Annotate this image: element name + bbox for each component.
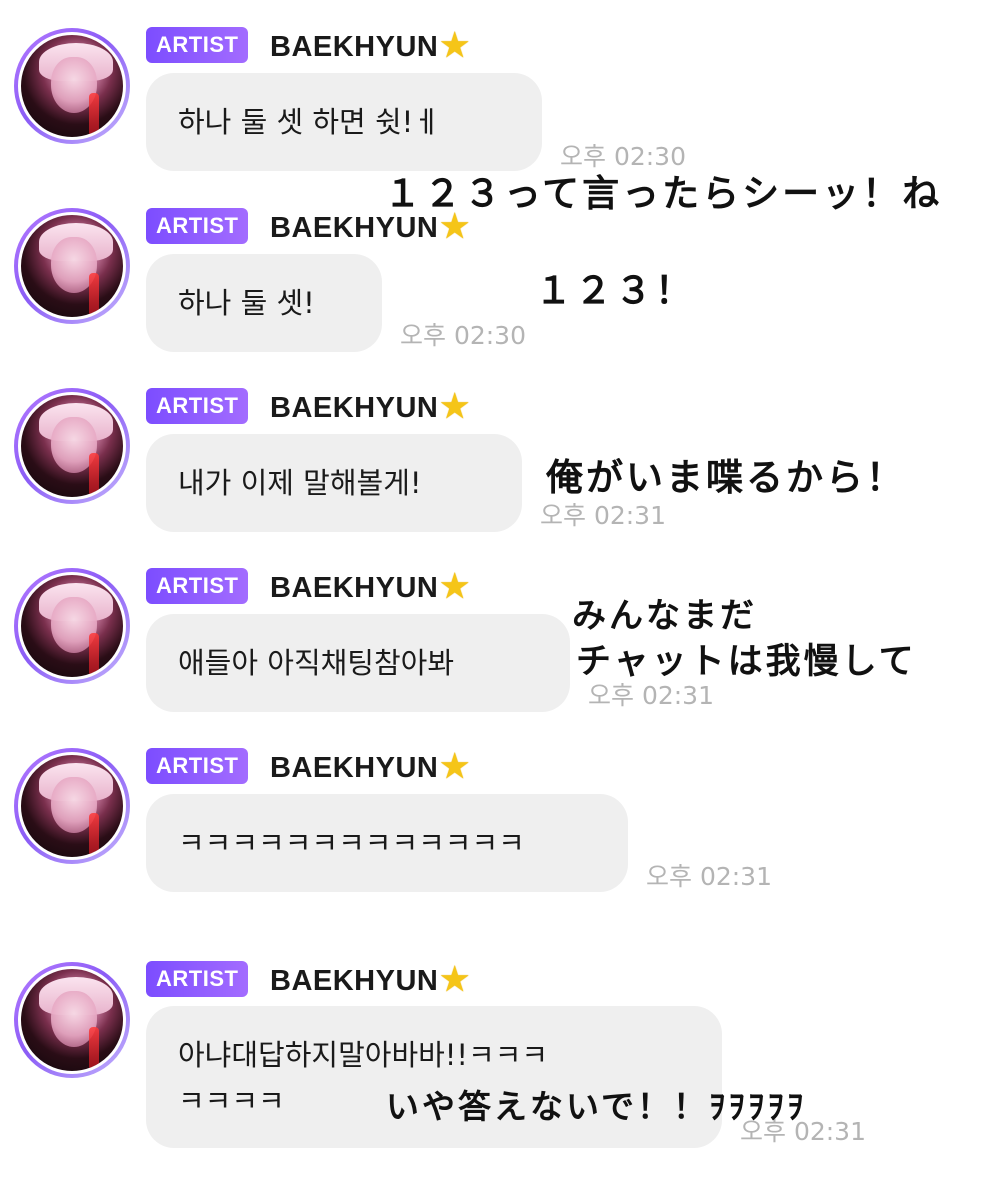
avatar-photo: [18, 32, 126, 140]
sender-name-text: BAEKHYUN: [270, 965, 439, 997]
sender-name: BAEKHYUN★: [270, 25, 470, 65]
avatar-photo: [18, 752, 126, 860]
avatar-photo: [18, 392, 126, 500]
message-time: 오후 02:31: [540, 501, 666, 530]
star-icon: ★: [440, 748, 470, 784]
avatar[interactable]: [14, 568, 130, 684]
artist-badge: ARTIST: [146, 568, 249, 604]
message-text: 내가 이제 말해볼게!: [178, 466, 422, 500]
sender-name: BAEKHYUN★: [270, 959, 470, 999]
translation-note: みんなまだ: [572, 596, 757, 636]
sender-name: BAEKHYUN★: [270, 206, 470, 246]
message-bubble: ㅋㅋㅋㅋㅋㅋㅋㅋㅋㅋㅋㅋㅋ: [146, 794, 628, 892]
sender-name-text: BAEKHYUN: [270, 392, 439, 424]
message-bubble: 내가 이제 말해볼게!: [146, 434, 522, 532]
avatar-photo: [18, 212, 126, 320]
message-time: 오후 02:30: [400, 321, 526, 350]
translation-note: いや答えないで！！ｦｦｦｦｦ: [386, 1087, 807, 1126]
avatar[interactable]: [14, 748, 130, 864]
sender-name-text: BAEKHYUN: [270, 752, 439, 784]
message-bubble: 하나 둘 셋 하면 쉿!ㅔ: [146, 73, 542, 171]
artist-badge: ARTIST: [146, 388, 249, 424]
artist-badge: ARTIST: [146, 208, 249, 244]
avatar[interactable]: [14, 962, 130, 1078]
message-text: ㅋㅋㅋㅋㅋㅋㅋㅋㅋㅋㅋㅋㅋ: [178, 826, 525, 860]
sender-name: BAEKHYUN★: [270, 386, 470, 426]
artist-badge: ARTIST: [146, 27, 249, 63]
star-icon: ★: [440, 568, 470, 604]
sender-name: BAEKHYUN★: [270, 566, 470, 606]
avatar[interactable]: [14, 208, 130, 324]
star-icon: ★: [440, 27, 470, 63]
message-text: 하나 둘 셋 하면 쉿!ㅔ: [178, 105, 440, 139]
translation-note: １２３！: [535, 269, 695, 312]
artist-badge: ARTIST: [146, 961, 249, 997]
message-text: 아냐대답하지말아바바!!ㅋㅋㅋ: [178, 1038, 549, 1072]
avatar[interactable]: [14, 388, 130, 504]
translation-note: チャットは我慢して: [576, 642, 917, 682]
message-bubble: 애들아 아직채팅참아봐: [146, 614, 570, 712]
sender-name: BAEKHYUN★: [270, 746, 470, 786]
sender-name-text: BAEKHYUN: [270, 572, 439, 604]
message-bubble: 하나 둘 셋!: [146, 254, 382, 352]
star-icon: ★: [440, 208, 470, 244]
avatar-photo: [18, 966, 126, 1074]
star-icon: ★: [440, 961, 470, 997]
message-text: 하나 둘 셋!: [178, 286, 315, 320]
message-text: 애들아 아직채팅참아봐: [178, 646, 455, 680]
avatar[interactable]: [14, 28, 130, 144]
message-time: 오후 02:31: [646, 862, 772, 891]
translation-note: 俺がいま喋るから！: [546, 456, 906, 499]
artist-badge: ARTIST: [146, 748, 249, 784]
avatar-photo: [18, 572, 126, 680]
sender-name-text: BAEKHYUN: [270, 212, 439, 244]
star-icon: ★: [440, 388, 470, 424]
sender-name-text: BAEKHYUN: [270, 31, 439, 63]
